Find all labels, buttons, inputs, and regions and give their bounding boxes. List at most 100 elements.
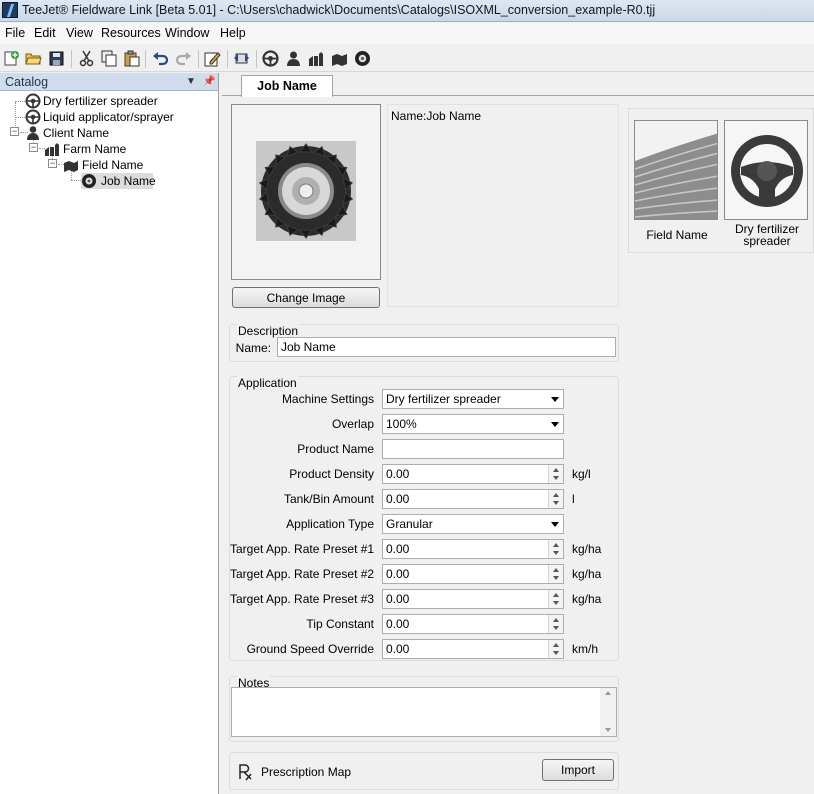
cut-icon[interactable]	[78, 50, 95, 67]
collapse-client-toggle[interactable]: −	[10, 127, 19, 136]
scroll-up-icon[interactable]	[605, 691, 611, 695]
preset1-label: Target App. Rate Preset #1	[230, 542, 375, 556]
ground-speed-unit: km/h	[572, 642, 599, 656]
application-type-label: Application Type	[286, 517, 374, 531]
prescription-rx-icon	[239, 764, 252, 781]
spin-arrows-icon[interactable]	[548, 540, 563, 558]
menu-file[interactable]: File	[5, 26, 25, 40]
product-density-stepper[interactable]: 0.00	[382, 464, 564, 484]
scroll-down-icon[interactable]	[605, 728, 611, 732]
panel-dropdown-icon[interactable]: ▼	[186, 76, 196, 87]
application-title: Application	[237, 376, 298, 390]
catalog-panel: Catalog ▼ 📌 − − − Dry fertilizer spreade…	[0, 73, 219, 794]
tree-item-job-name[interactable]: Job Name	[81, 173, 156, 189]
menu-bar: File Edit View Resources Window Help	[0, 23, 814, 44]
product-density-label: Product Density	[289, 467, 374, 481]
spin-arrows-icon[interactable]	[548, 615, 563, 633]
catalog-title: Catalog	[5, 75, 49, 89]
machine-settings-select[interactable]: Dry fertilizer spreader	[382, 389, 564, 409]
tire-icon	[82, 174, 96, 188]
preset2-stepper[interactable]: 0.00	[382, 564, 564, 584]
preset3-label: Target App. Rate Preset #3	[230, 592, 375, 606]
edit-icon[interactable]	[204, 50, 221, 67]
undo-icon[interactable]	[152, 50, 169, 67]
job-image-box	[231, 104, 381, 280]
menu-resources[interactable]: Resources	[101, 26, 161, 40]
name-label: Name:	[235, 341, 271, 355]
tip-constant-label: Tip Constant	[306, 617, 374, 631]
related-items-panel: Field Name Dry fertilizer spreader	[628, 108, 814, 253]
thumb-dry-fertilizer-spreader[interactable]	[724, 120, 808, 220]
ground-speed-label: Ground Speed Override	[246, 642, 374, 656]
open-icon[interactable]	[25, 50, 42, 67]
application-type-select[interactable]: Granular	[382, 514, 564, 534]
import-button[interactable]: Import	[542, 759, 614, 781]
farm-icon	[45, 143, 59, 156]
spin-arrows-icon[interactable]	[548, 590, 563, 608]
notes-scrollbar[interactable]	[600, 688, 616, 736]
ground-speed-stepper[interactable]: 0.00	[382, 639, 564, 659]
tank-bin-label: Tank/Bin Amount	[283, 492, 374, 506]
preset2-label: Target App. Rate Preset #2	[230, 567, 375, 581]
preset2-unit: kg/ha	[572, 567, 602, 581]
toolbar-separator	[256, 50, 257, 68]
machine-icon[interactable]	[262, 50, 279, 67]
notes-textarea[interactable]	[231, 687, 617, 737]
chevron-down-icon	[551, 422, 559, 427]
window-title: TeeJet® Fieldware Link [Beta 5.01] - C:\…	[22, 3, 656, 17]
new-icon[interactable]	[3, 50, 20, 67]
steering-wheel-icon	[725, 121, 807, 219]
tank-bin-stepper[interactable]: 0.00	[382, 489, 564, 509]
catalog-header: Catalog ▼ 📌	[0, 73, 218, 91]
product-name-field[interactable]	[382, 439, 564, 459]
transfer-icon[interactable]	[233, 50, 250, 67]
preset3-stepper[interactable]: 0.00	[382, 589, 564, 609]
job-name-field[interactable]: Job Name	[277, 337, 616, 357]
collapse-field-toggle[interactable]: −	[48, 159, 57, 168]
product-name-label: Product Name	[297, 442, 374, 456]
save-icon[interactable]	[48, 50, 65, 67]
tip-constant-stepper[interactable]: 0.00	[382, 614, 564, 634]
client-icon[interactable]	[285, 50, 302, 67]
steering-wheel-icon	[25, 109, 41, 125]
farm-icon[interactable]	[308, 50, 325, 67]
tank-bin-unit: l	[572, 492, 575, 506]
field-icon[interactable]	[331, 50, 348, 67]
thumb-label-field-name: Field Name	[646, 228, 708, 242]
person-icon	[27, 126, 39, 140]
tab-job-name[interactable]: Job Name	[241, 75, 333, 97]
teejet-app-icon	[2, 2, 18, 18]
product-density-unit: kg/l	[572, 467, 591, 481]
toolbar-separator	[71, 50, 72, 68]
preset1-stepper[interactable]: 0.00	[382, 539, 564, 559]
job-icon[interactable]	[354, 50, 371, 67]
redo-icon[interactable]	[175, 50, 192, 67]
toolbar	[0, 45, 814, 72]
menu-help[interactable]: Help	[220, 26, 246, 40]
prescription-map-group: Prescription Map Import	[229, 752, 619, 790]
paste-icon[interactable]	[123, 50, 140, 67]
name-info-text: Name:Job Name	[391, 109, 482, 123]
chevron-down-icon	[551, 522, 559, 527]
copy-icon[interactable]	[101, 50, 118, 67]
spin-arrows-icon[interactable]	[548, 565, 563, 583]
overlap-select[interactable]: 100%	[382, 414, 564, 434]
spin-arrows-icon[interactable]	[548, 640, 563, 658]
title-bar: TeeJet® Fieldware Link [Beta 5.01] - C:\…	[0, 0, 814, 22]
menu-window[interactable]: Window	[165, 26, 209, 40]
thumb-label-dry-fertilizer-spreader: Dry fertilizer spreader	[734, 222, 799, 248]
overlap-label: Overlap	[331, 417, 374, 431]
menu-edit[interactable]: Edit	[34, 26, 56, 40]
collapse-farm-toggle[interactable]: −	[29, 143, 38, 152]
preset3-unit: kg/ha	[572, 592, 602, 606]
spin-arrows-icon[interactable]	[548, 465, 563, 483]
document-tabs: Job Name	[222, 73, 814, 97]
spin-arrows-icon[interactable]	[548, 490, 563, 508]
menu-view[interactable]: View	[66, 26, 93, 40]
change-image-button[interactable]: Change Image	[232, 287, 380, 308]
tire-image	[256, 141, 356, 241]
thumb-field-name[interactable]	[634, 120, 718, 220]
pin-icon[interactable]: 📌	[203, 76, 215, 87]
chevron-down-icon	[551, 397, 559, 402]
field-icon	[64, 161, 78, 172]
